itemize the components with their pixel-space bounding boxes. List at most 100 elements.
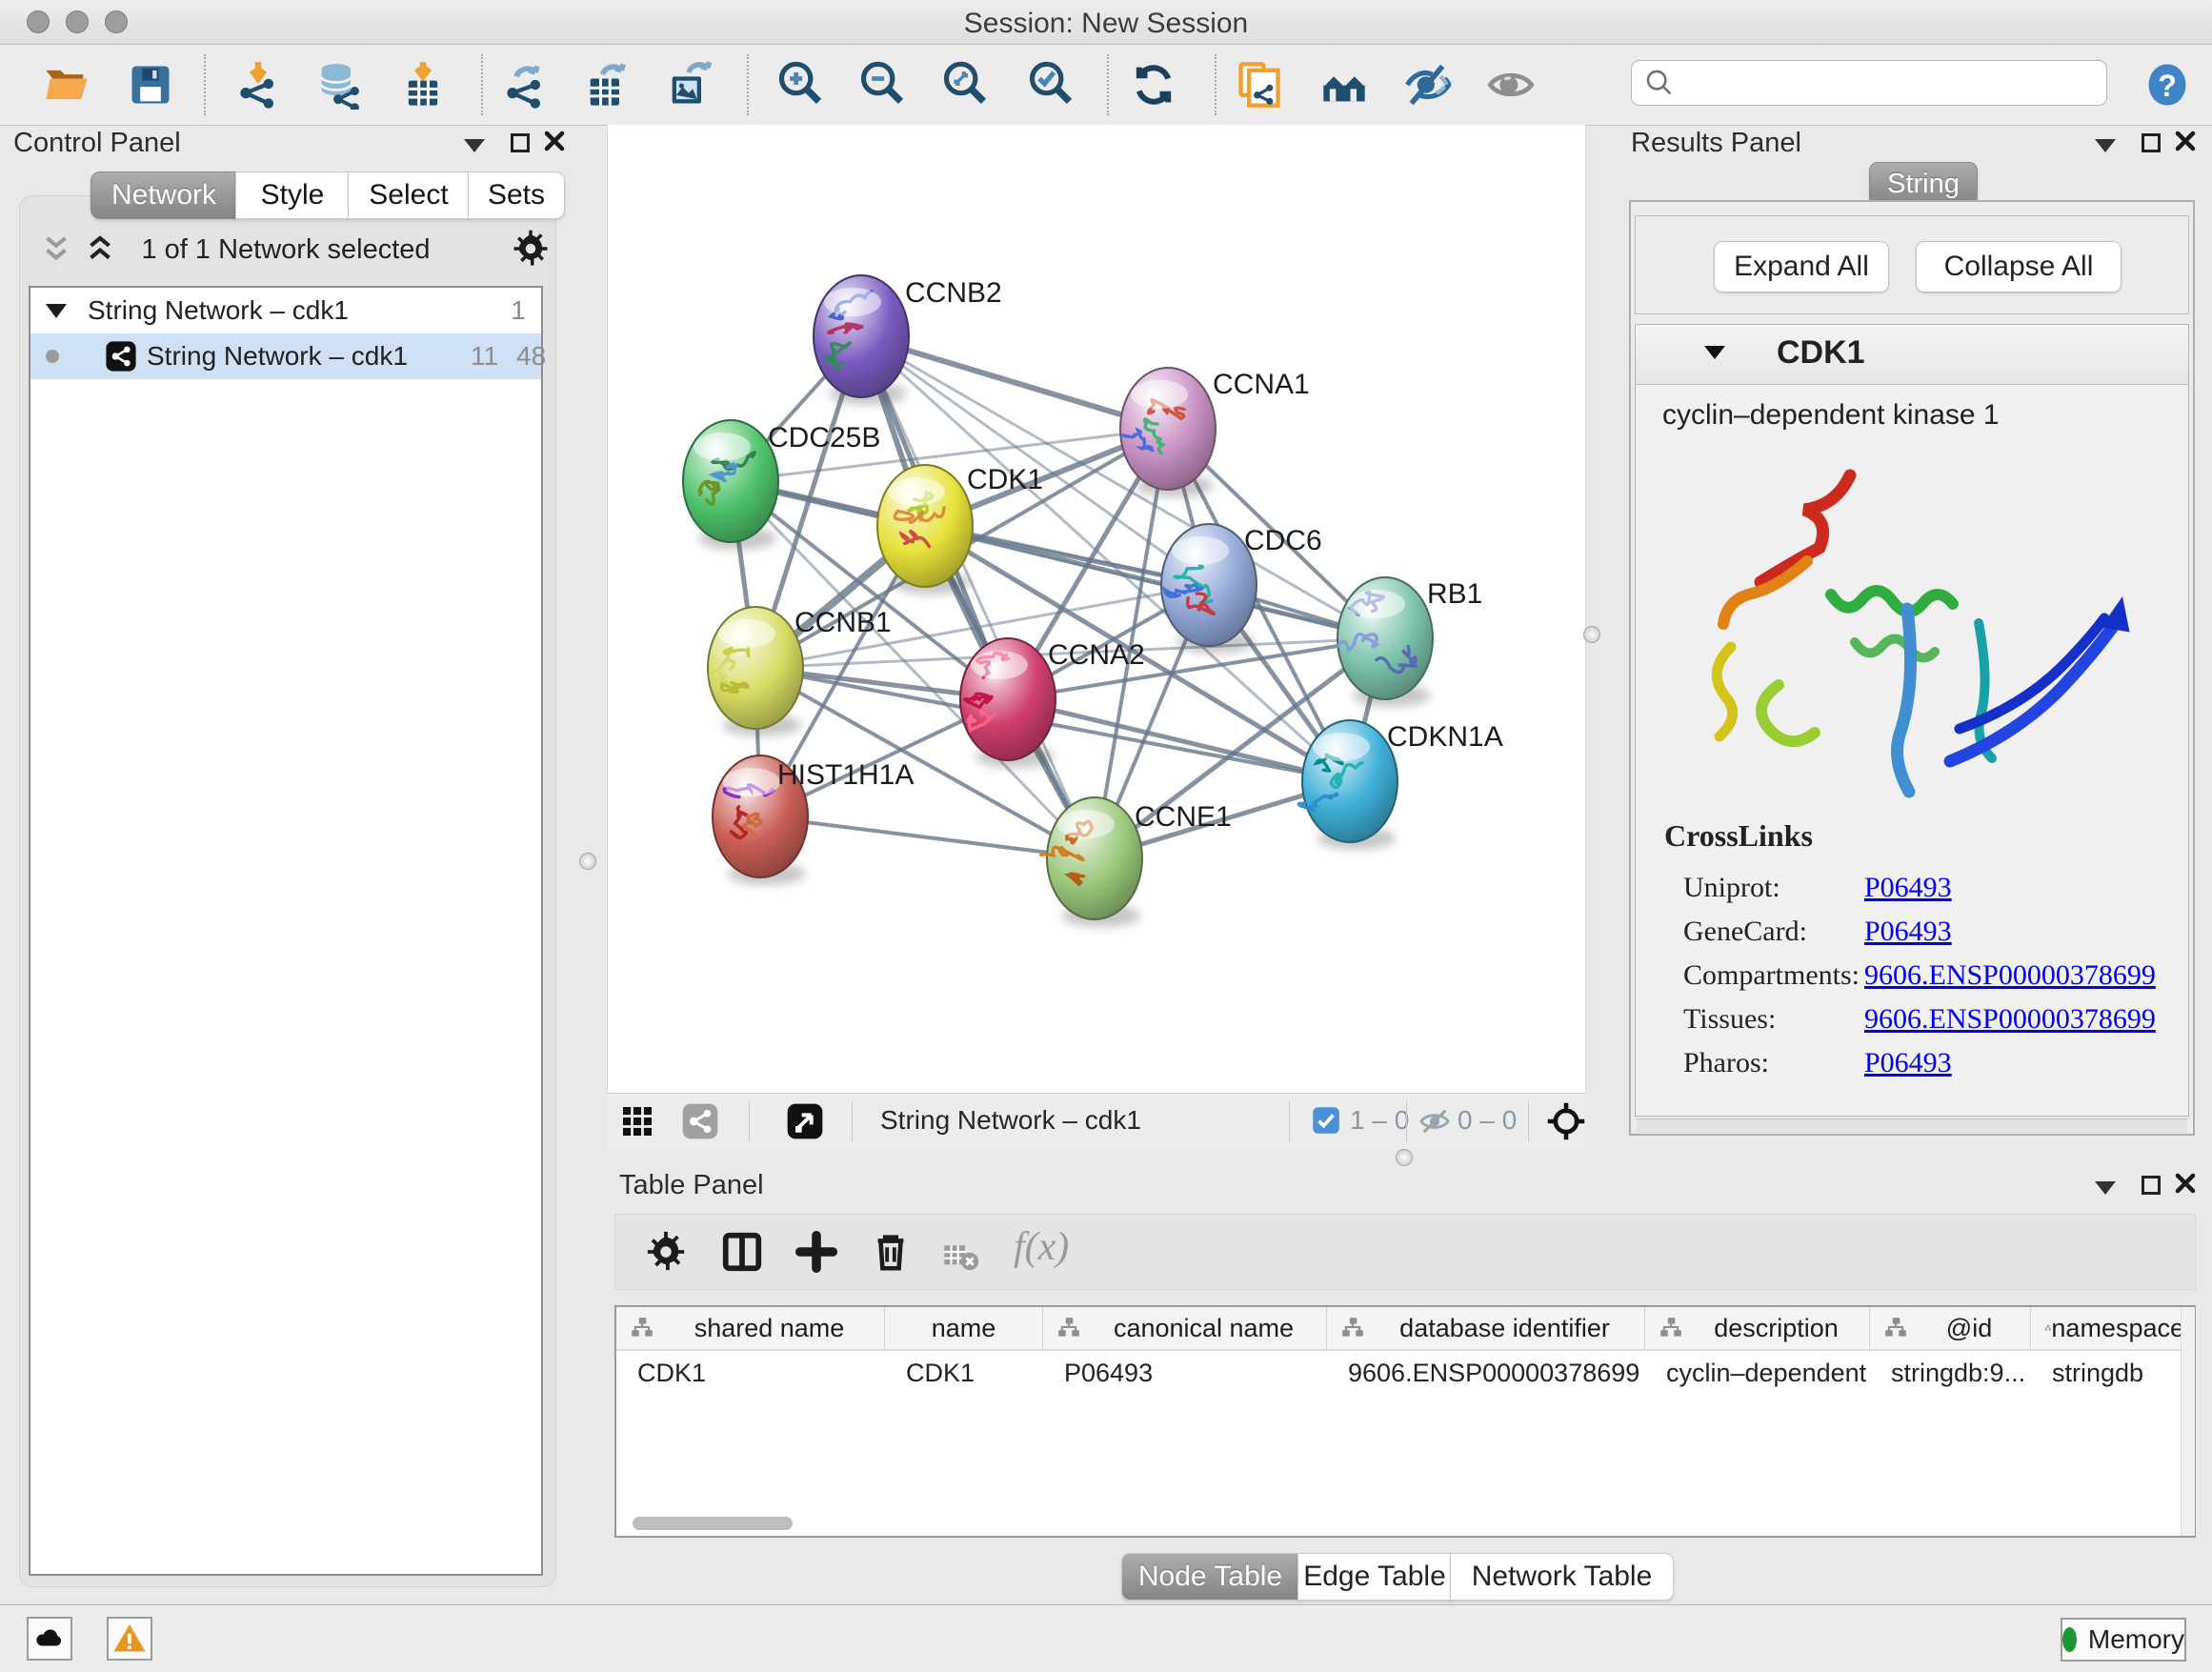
hide-graphics-icon[interactable] (1401, 58, 1455, 111)
open-session-icon[interactable] (40, 58, 93, 111)
network-node[interactable]: CDK1 (877, 464, 1043, 594)
node-section-header[interactable]: CDK1 (1636, 325, 2188, 385)
tab-node-table[interactable]: Node Table (1121, 1553, 1299, 1601)
network-collection-row[interactable]: String Network – cdk1 1 (30, 288, 541, 333)
tab-sets[interactable]: Sets (468, 171, 565, 219)
network-node[interactable]: CDC25B (683, 420, 880, 550)
network-edge[interactable] (760, 816, 1095, 858)
node-label: CDC25B (768, 422, 880, 453)
search-input[interactable] (1631, 60, 2107, 106)
node-label: CCNE1 (1135, 801, 1232, 833)
crosslinks-list: Uniprot:P06493 GeneCard:P06493 Compartme… (1683, 866, 2179, 1085)
export-network-icon[interactable] (498, 58, 552, 111)
bottom-splitter-handle[interactable] (1396, 1149, 1413, 1166)
show-graphics-icon[interactable] (1484, 58, 1538, 111)
network-node[interactable]: CCNA2 (960, 638, 1145, 768)
cloud-status-icon[interactable] (27, 1617, 72, 1661)
table-gear-icon[interactable] (644, 1230, 688, 1274)
table-panel-collapse-icon[interactable] (2095, 1181, 2116, 1195)
tab-style[interactable]: Style (235, 171, 350, 219)
hidden-count: 0 – 0 (1458, 1105, 1517, 1136)
control-panel-float-icon[interactable] (511, 133, 530, 152)
tab-network-table[interactable]: Network Table (1450, 1553, 1674, 1601)
results-panel-float-icon[interactable] (2142, 133, 2161, 152)
table-panel-close-icon[interactable] (2174, 1172, 2197, 1195)
network-row-selected[interactable]: String Network – cdk1 11 48 (30, 333, 541, 379)
zoom-out-icon[interactable] (855, 58, 909, 111)
tree-expand-icon[interactable] (46, 304, 67, 318)
network-node[interactable]: CCNB1 (708, 607, 892, 736)
first-neighbors-icon[interactable] (1317, 58, 1371, 111)
function-builder-icon[interactable]: f(x) (1014, 1224, 1069, 1270)
clone-network-icon[interactable] (1233, 58, 1286, 111)
zoom-fit-icon[interactable] (938, 58, 992, 111)
results-panel-close-icon[interactable] (2174, 130, 2197, 152)
export-table-icon[interactable] (580, 58, 633, 111)
expand-all-button[interactable]: Expand All (1714, 241, 1889, 292)
collapse-all-button[interactable]: Collapse All (1916, 241, 2122, 292)
network-node[interactable]: HIST1H1A (713, 755, 914, 885)
table-horizontal-scrollbar[interactable] (619, 1515, 2178, 1532)
column-header[interactable]: database identifier (1327, 1307, 1645, 1349)
node-label: CCNA1 (1213, 369, 1310, 400)
export-image-icon[interactable] (662, 58, 715, 111)
control-panel-collapse-icon[interactable] (464, 139, 485, 152)
warning-status-icon[interactable] (107, 1617, 152, 1661)
column-header[interactable]: @id (1870, 1307, 2031, 1349)
help-icon[interactable]: ? (2142, 58, 2193, 111)
column-header[interactable]: name (885, 1307, 1043, 1349)
import-network-file-icon[interactable] (231, 58, 285, 111)
zoom-in-icon[interactable] (774, 58, 827, 111)
network-node[interactable]: CCNE1 (1041, 797, 1232, 927)
section-collapse-icon[interactable] (1704, 346, 1725, 359)
show-columns-icon[interactable] (720, 1230, 764, 1274)
tab-network[interactable]: Network (90, 171, 237, 219)
pharos-link[interactable]: P06493 (1864, 1047, 1952, 1078)
right-splitter-handle[interactable] (1583, 626, 1600, 643)
tab-select[interactable]: Select (348, 171, 470, 219)
fit-selection-crosshair-icon[interactable] (1546, 1101, 1586, 1141)
table-vertical-scrollbar[interactable] (2181, 1307, 2195, 1536)
network-options-gear-icon[interactable] (511, 229, 551, 269)
column-header[interactable]: description (1645, 1307, 1870, 1349)
node-table[interactable]: shared name name canonical name database… (614, 1305, 2196, 1538)
crosslinks-title: CrossLinks (1664, 818, 1813, 854)
compartments-link[interactable]: 9606.ENSP00000378699 (1864, 959, 2156, 991)
refresh-icon[interactable] (1127, 58, 1180, 111)
table-row[interactable]: CDK1 CDK1 P06493 9606.ENSP00000378699 cy… (616, 1351, 2194, 1395)
delete-table-icon[interactable] (941, 1238, 979, 1276)
network-node[interactable]: CCNB2 (814, 275, 1002, 405)
import-network-database-icon[interactable] (312, 58, 365, 111)
memory-button[interactable]: Memory (2061, 1618, 2186, 1662)
import-table-file-icon[interactable] (396, 58, 450, 111)
column-header[interactable]: namespace (2031, 1307, 2184, 1349)
results-panel-collapse-icon[interactable] (2095, 139, 2116, 152)
column-header[interactable]: shared name (616, 1307, 885, 1349)
selected-nodes-checkbox-icon[interactable] (1312, 1106, 1340, 1135)
genecard-link[interactable]: P06493 (1864, 916, 1952, 947)
grid-view-icon[interactable] (620, 1104, 654, 1138)
network-node[interactable]: RB1 (1337, 577, 1482, 707)
network-node[interactable]: CDKN1A (1298, 720, 1502, 850)
table-panel-float-icon[interactable] (2142, 1176, 2161, 1195)
save-session-icon[interactable] (124, 58, 177, 111)
birdseye-view-icon[interactable] (786, 1102, 824, 1140)
network-thumbnail-icon[interactable] (681, 1102, 719, 1140)
node-label: CDC6 (1244, 525, 1322, 556)
tab-edge-table[interactable]: Edge Table (1297, 1553, 1452, 1601)
crosslink-row: Pharos:P06493 (1683, 1041, 2179, 1085)
scrollbar-thumb[interactable] (633, 1517, 793, 1530)
uniprot-link[interactable]: P06493 (1864, 872, 1952, 903)
zoom-selected-icon[interactable] (1024, 58, 1077, 111)
network-node[interactable]: CCNA1 (1120, 368, 1310, 497)
left-splitter-handle[interactable] (579, 853, 596, 870)
tissues-link[interactable]: 9606.ENSP00000378699 (1864, 1003, 2156, 1035)
create-column-icon[interactable] (794, 1230, 838, 1274)
network-view-canvas[interactable]: CCNB2 CCNA1 CDC25B CDK1 CDC6 RB1 CCNB1 CCNA2 CDK… (607, 125, 1586, 1093)
column-header[interactable]: canonical name (1043, 1307, 1327, 1349)
window-titlebar: Session: New Session (0, 0, 2212, 45)
results-scrollbar[interactable] (1637, 1118, 2187, 1133)
toolbar-separator (1215, 54, 1217, 115)
control-panel-close-icon[interactable] (543, 130, 566, 152)
delete-column-trash-icon[interactable] (869, 1230, 913, 1274)
